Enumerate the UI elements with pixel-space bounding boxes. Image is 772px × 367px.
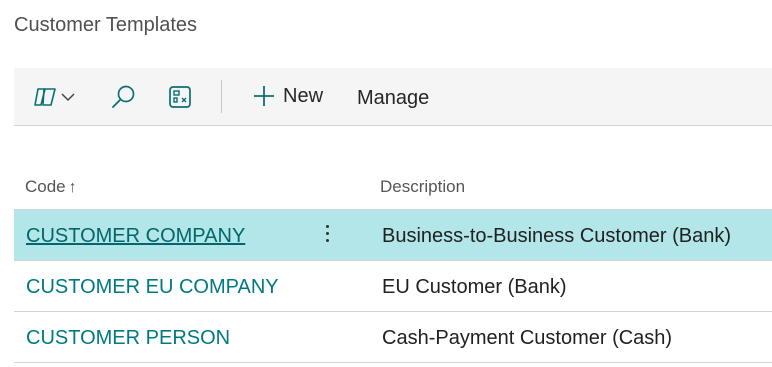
page-title: Customer Templates bbox=[14, 14, 198, 36]
row-code-link[interactable]: CUSTOMER COMPANY bbox=[26, 225, 245, 248]
copilot-icon bbox=[32, 85, 58, 109]
personalize-icon bbox=[168, 85, 192, 109]
table-header: Code ↑ Description bbox=[14, 160, 772, 210]
plus-icon bbox=[252, 84, 276, 108]
manage-menu[interactable]: Manage bbox=[357, 87, 429, 110]
chevron-down-icon bbox=[61, 92, 75, 102]
column-header-code[interactable]: Code ↑ bbox=[25, 177, 77, 197]
row-description[interactable]: EU Customer (Bank) bbox=[382, 276, 567, 299]
row-description[interactable]: Cash-Payment Customer (Cash) bbox=[382, 327, 672, 350]
row-actions-menu[interactable] bbox=[320, 222, 334, 248]
personalize-button[interactable] bbox=[168, 85, 192, 109]
copilot-menu-button[interactable] bbox=[32, 85, 75, 109]
more-options-icon bbox=[325, 225, 329, 228]
action-bar: New Manage bbox=[14, 68, 772, 126]
customer-templates-list: Code ↑ Description CUSTOMER COMPANY Busin… bbox=[14, 160, 772, 363]
row-description[interactable]: Business-to-Business Customer (Bank) bbox=[382, 225, 731, 248]
sort-ascending-icon: ↑ bbox=[68, 179, 77, 196]
search-icon bbox=[111, 84, 137, 110]
table-row[interactable]: CUSTOMER COMPANY Business-to-Business Cu… bbox=[14, 210, 772, 261]
table-row[interactable]: CUSTOMER PERSON Cash-Payment Customer (C… bbox=[14, 312, 772, 363]
row-code-link[interactable]: CUSTOMER PERSON bbox=[26, 327, 230, 350]
search-button[interactable] bbox=[111, 84, 137, 110]
new-button-label: New bbox=[283, 84, 324, 107]
row-code-link[interactable]: CUSTOMER EU COMPANY bbox=[26, 276, 279, 299]
toolbar-divider bbox=[221, 80, 222, 113]
column-header-description[interactable]: Description bbox=[380, 177, 465, 197]
table-row[interactable]: CUSTOMER EU COMPANY EU Customer (Bank) bbox=[14, 261, 772, 312]
manage-menu-label: Manage bbox=[357, 87, 430, 109]
new-button[interactable]: New bbox=[252, 84, 323, 108]
column-header-code-label: Code bbox=[25, 177, 66, 196]
